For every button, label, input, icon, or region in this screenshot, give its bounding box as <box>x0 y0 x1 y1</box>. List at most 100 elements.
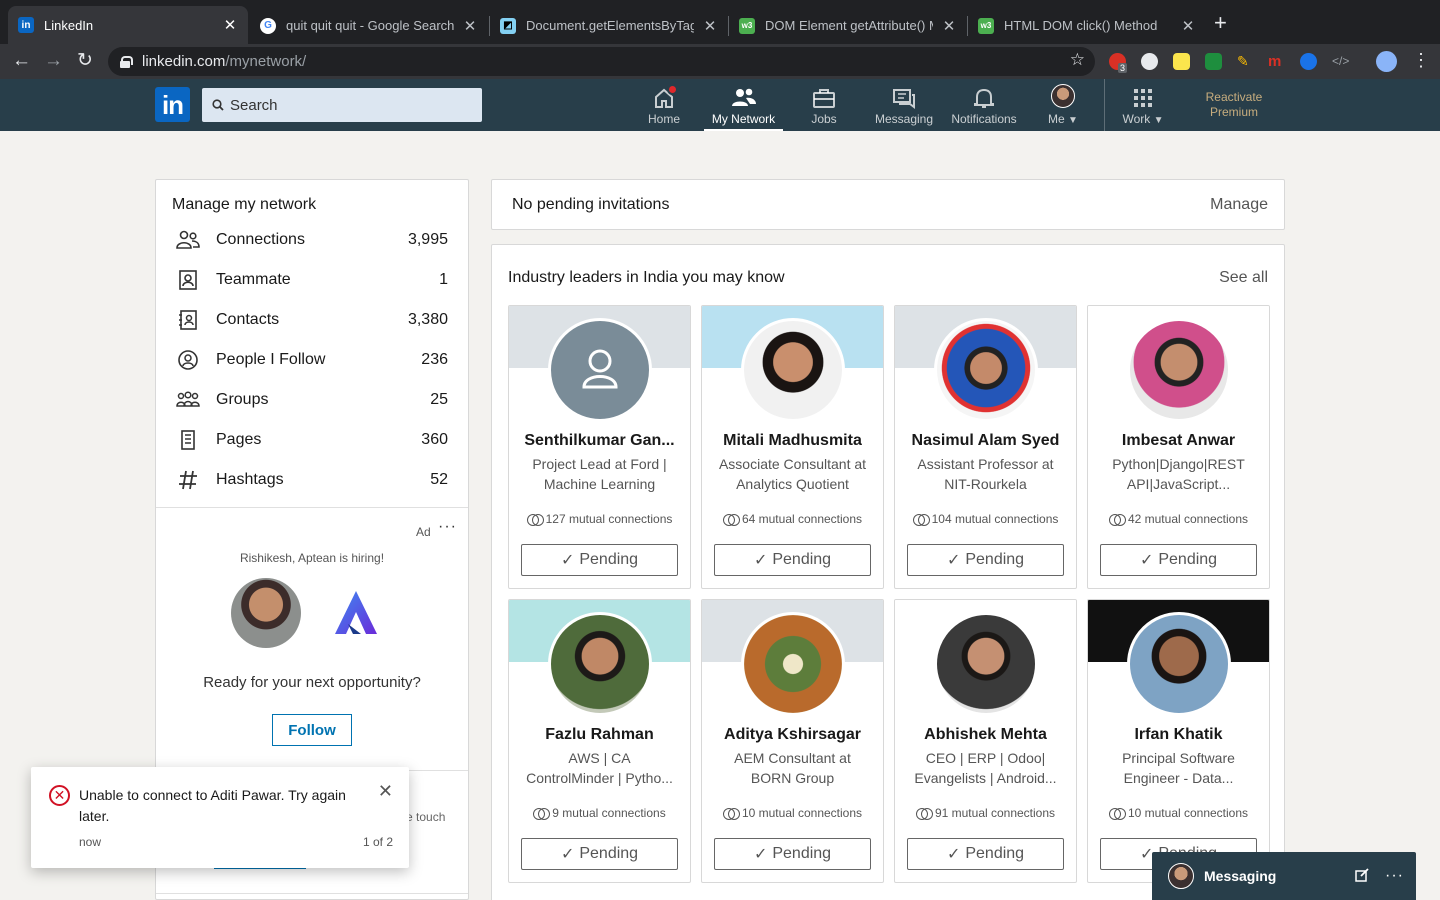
search-input[interactable] <box>230 96 470 114</box>
manage-row-hashtags[interactable]: Hashtags 52 <box>156 460 468 500</box>
reload-icon[interactable]: ↻ <box>77 50 93 72</box>
reactivate-premium-link[interactable]: Reactivate Premium <box>1190 90 1278 120</box>
m-extension-icon[interactable]: m <box>1268 53 1285 70</box>
avatar[interactable] <box>934 612 1038 716</box>
tab-mdn[interactable]: ◩ Document.getElementsByTagN ✕ <box>490 7 728 44</box>
nav-jobs[interactable]: Jobs <box>804 79 844 131</box>
manage-row-contacts[interactable]: Contacts 3,380 <box>156 300 468 340</box>
person-name[interactable]: Abhishek Mehta <box>901 726 1070 744</box>
more-options-icon[interactable]: ··· <box>438 518 457 536</box>
nav-label: Home <box>647 112 680 126</box>
mutual-connections[interactable]: 127 mutual connections <box>509 512 690 526</box>
avatar[interactable] <box>548 612 652 716</box>
pending-button[interactable]: ✓Pending <box>907 544 1064 576</box>
nav-me[interactable]: Me ▼ <box>1040 79 1086 131</box>
manage-row-groups[interactable]: Groups 25 <box>156 380 468 420</box>
person-name[interactable]: Mitali Madhusmita <box>708 432 877 450</box>
pencil-extension-icon[interactable]: ✎ <box>1237 53 1254 70</box>
person-card[interactable]: Abhishek Mehta CEO | ERP | Odoo| Evangeli… <box>894 599 1077 883</box>
close-icon[interactable]: ✕ <box>222 16 238 34</box>
close-icon[interactable]: ✕ <box>1180 17 1196 35</box>
close-icon[interactable]: ✕ <box>462 17 478 35</box>
nav-label: Me ▼ <box>1048 112 1078 126</box>
extension-icon[interactable] <box>1141 53 1158 70</box>
notification-dot <box>667 84 678 95</box>
avatar[interactable] <box>741 612 845 716</box>
avatar[interactable] <box>1127 318 1231 422</box>
ad-text: Ready for your next opportunity? <box>203 674 421 691</box>
person-card[interactable]: Imbesat Anwar Python|Django|REST API|Java… <box>1087 305 1270 589</box>
person-name[interactable]: Aditya Kshirsagar <box>708 726 877 744</box>
extension-icon[interactable] <box>1173 53 1190 70</box>
pending-button[interactable]: ✓Pending <box>521 544 678 576</box>
nav-my-network[interactable]: My Network <box>704 79 783 131</box>
person-name[interactable]: Fazlu Rahman <box>515 726 684 744</box>
mutual-connections[interactable]: 10 mutual connections <box>1088 806 1269 820</box>
manage-row-connections[interactable]: Connections 3,995 <box>156 220 468 260</box>
manage-network-title: Manage my network <box>172 196 317 213</box>
person-card[interactable]: Senthilkumar Gan... Project Lead at Ford … <box>508 305 691 589</box>
mutual-connections[interactable]: 64 mutual connections <box>702 512 883 526</box>
compose-icon[interactable] <box>1355 867 1369 885</box>
person-name[interactable]: Senthilkumar Gan... <box>515 432 684 450</box>
avatar <box>1051 84 1075 108</box>
chrome-menu-icon[interactable]: ⋮ <box>1412 50 1430 71</box>
nav-work[interactable]: Work ▼ <box>1117 79 1169 131</box>
close-icon[interactable]: ✕ <box>378 781 393 802</box>
tab-linkedin[interactable]: in LinkedIn ✕ <box>8 6 248 44</box>
mutual-connections[interactable]: 10 mutual connections <box>702 806 883 820</box>
profile-avatar[interactable] <box>1376 51 1397 72</box>
close-icon[interactable]: ✕ <box>941 17 957 35</box>
see-all-link[interactable]: See all <box>1219 269 1268 287</box>
forward-icon[interactable]: → <box>44 50 63 72</box>
pending-button[interactable]: ✓Pending <box>714 838 871 870</box>
pending-button[interactable]: ✓Pending <box>521 838 678 870</box>
mutual-connections[interactable]: 104 mutual connections <box>895 512 1076 526</box>
person-headline: AWS | CA ControlMinder | Pytho... <box>526 750 673 786</box>
manage-link[interactable]: Manage <box>1210 196 1268 214</box>
mutual-connections[interactable]: 91 mutual connections <box>895 806 1076 820</box>
person-card[interactable]: Nasimul Alam Syed Assistant Professor at … <box>894 305 1077 589</box>
close-icon[interactable]: ✕ <box>702 17 718 35</box>
search-box[interactable] <box>202 88 482 122</box>
person-card[interactable]: Mitali Madhusmita Associate Consultant at… <box>701 305 884 589</box>
manage-row-pages[interactable]: Pages 360 <box>156 420 468 460</box>
extension-badge: 3 <box>1118 63 1128 73</box>
back-icon[interactable]: ← <box>12 50 31 72</box>
follow-button[interactable]: Follow <box>272 714 352 746</box>
person-name[interactable]: Irfan Khatik <box>1094 726 1263 744</box>
code-extension-icon[interactable]: </> <box>1332 53 1349 70</box>
mutual-connections[interactable]: 9 mutual connections <box>509 806 690 820</box>
manage-row-teammate[interactable]: Teammate 1 <box>156 260 468 300</box>
avatar[interactable] <box>1127 612 1231 716</box>
nav-notifications[interactable]: Notifications <box>946 79 1022 131</box>
person-card[interactable]: Irfan Khatik Principal Software Engineer … <box>1087 599 1270 883</box>
pending-button[interactable]: ✓Pending <box>907 838 1064 870</box>
messaging-overlay[interactable]: Messaging ··· <box>1152 852 1416 900</box>
mutual-connections[interactable]: 42 mutual connections <box>1088 512 1269 526</box>
nav-messaging[interactable]: Messaging <box>871 79 937 131</box>
bookmark-star-icon[interactable]: ☆ <box>1070 50 1085 70</box>
tab-w3-click[interactable]: w3 HTML DOM click() Method ✕ <box>968 7 1206 44</box>
avatar[interactable] <box>934 318 1038 422</box>
tab-w3-getattribute[interactable]: w3 DOM Element getAttribute() M ✕ <box>729 7 967 44</box>
person-card[interactable]: Fazlu Rahman AWS | CA ControlMinder | Pyt… <box>508 599 691 883</box>
nav-home[interactable]: Home <box>644 79 684 131</box>
manage-row-people-follow[interactable]: People I Follow 236 <box>156 340 468 380</box>
pending-button[interactable]: ✓Pending <box>714 544 871 576</box>
tab-google[interactable]: G quit quit quit - Google Search ✕ <box>250 7 488 44</box>
person-card[interactable]: Aditya Kshirsagar AEM Consultant at BORN … <box>701 599 884 883</box>
person-name[interactable]: Nasimul Alam Syed <box>901 432 1070 450</box>
more-options-icon[interactable]: ··· <box>1385 867 1404 885</box>
browser-toolbar: ← → ↻ linkedin.com/mynetwork/ ☆ 3 ✎ m </… <box>0 44 1440 79</box>
address-bar[interactable]: linkedin.com/mynetwork/ ☆ <box>108 47 1095 76</box>
new-tab-button[interactable]: + <box>1214 12 1227 34</box>
avatar-placeholder[interactable] <box>548 318 652 422</box>
linkedin-logo[interactable]: in <box>155 87 190 122</box>
extension-icon[interactable] <box>1300 53 1317 70</box>
person-name[interactable]: Imbesat Anwar <box>1094 432 1263 450</box>
cors-extension-icon[interactable] <box>1205 53 1222 70</box>
manage-row-label: Connections <box>216 231 305 248</box>
avatar[interactable] <box>741 318 845 422</box>
pending-button[interactable]: ✓Pending <box>1100 544 1257 576</box>
